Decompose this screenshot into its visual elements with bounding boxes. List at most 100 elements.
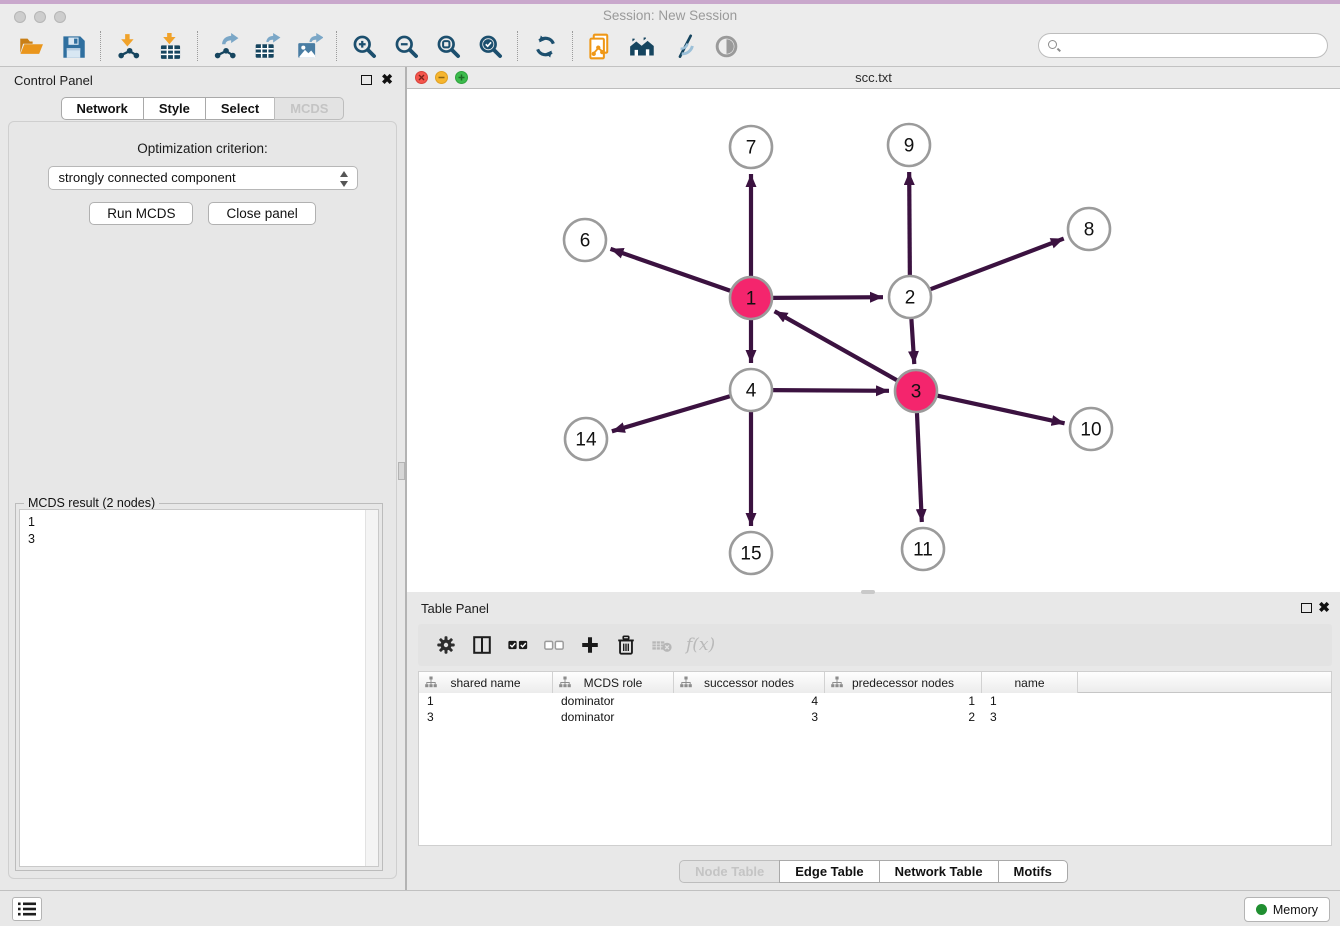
cell-name[interactable]: 3	[982, 709, 1078, 725]
column-header-mcds-role[interactable]: MCDS role	[553, 672, 674, 693]
graph-edge-2-3[interactable]	[911, 319, 914, 364]
control-panel-header: Control Panel ✖	[0, 67, 405, 93]
column-header-successor-nodes[interactable]: successor nodes	[674, 672, 825, 693]
open-folder-icon[interactable]	[16, 31, 46, 61]
tab-motifs[interactable]: Motifs	[998, 860, 1068, 883]
zoom-in-icon[interactable]	[349, 31, 379, 61]
tab-style[interactable]: Style	[143, 97, 206, 120]
cell-shared-name[interactable]: 3	[419, 709, 553, 725]
graph-node-label-9: 9	[904, 136, 915, 157]
cell-successor-nodes[interactable]: 3	[674, 709, 825, 725]
network-canvas[interactable]: 7968124314101511	[407, 89, 1340, 592]
open-session-icon[interactable]	[585, 31, 615, 61]
tab-mcds[interactable]: MCDS	[274, 97, 344, 120]
close-table-panel-icon[interactable]: ✖	[1318, 600, 1330, 614]
tab-edge-table[interactable]: Edge Table	[779, 860, 879, 883]
checked-boxes-icon[interactable]	[500, 630, 536, 660]
network-canvas-svg: 7968124314101511	[407, 89, 1340, 592]
graph-node-label-4: 4	[746, 381, 757, 402]
function-icon[interactable]: f(x)	[686, 635, 715, 655]
splitter-handle[interactable]	[398, 462, 405, 480]
import-network-icon[interactable]	[113, 31, 143, 61]
export-table-icon[interactable]	[252, 31, 282, 61]
result-scrollbar[interactable]	[365, 510, 378, 866]
table-row[interactable]: 3dominator323	[419, 709, 1331, 725]
optimization-criterion-value: strongly connected component	[59, 170, 236, 185]
select-stepper-icon	[340, 171, 349, 187]
control-panel: Control Panel ✖ NetworkStyleSelectMCDS O…	[0, 67, 405, 890]
toolbar-separator	[100, 31, 101, 61]
delete-table-icon[interactable]	[644, 630, 680, 660]
cell-shared-name[interactable]: 1	[419, 693, 553, 709]
network-title: scc.txt	[407, 70, 1340, 85]
column-header-shared-name[interactable]: shared name	[419, 672, 553, 693]
graph-node-label-7: 7	[746, 138, 757, 159]
float-table-panel-icon[interactable]	[1301, 603, 1312, 613]
unchecked-boxes-icon[interactable]	[536, 630, 572, 660]
graph-edge-3-10[interactable]	[937, 396, 1064, 424]
tab-select[interactable]: Select	[205, 97, 275, 120]
graph-edge-4-14[interactable]	[612, 396, 730, 431]
import-table-icon[interactable]	[155, 31, 185, 61]
control-panel-title: Control Panel	[14, 73, 93, 88]
close-panel-button[interactable]: Close panel	[208, 202, 315, 225]
export-image-icon[interactable]	[294, 31, 324, 61]
graph-edge-4-3[interactable]	[773, 390, 889, 391]
column-header-predecessor-nodes[interactable]: predecessor nodes	[825, 672, 982, 693]
zoom-selected-icon[interactable]	[475, 31, 505, 61]
cell-predecessor-nodes[interactable]: 1	[825, 693, 982, 709]
tab-network[interactable]: Network	[61, 97, 144, 120]
refresh-icon[interactable]	[530, 31, 560, 61]
mcds-panel: Optimization criterion: strongly connect…	[8, 121, 397, 879]
table-header-row: shared nameMCDS role successor nodes prede…	[419, 672, 1331, 693]
search-input[interactable]	[1065, 35, 1320, 56]
graph-edge-3-1[interactable]	[775, 311, 897, 380]
task-list-button[interactable]	[12, 897, 42, 921]
save-icon[interactable]	[58, 31, 88, 61]
graph-node-label-10: 10	[1080, 420, 1101, 441]
table-tabs: Node TableEdge TableNetwork TableMotifs	[407, 860, 1340, 883]
cell-name[interactable]: 1	[982, 693, 1078, 709]
tab-node-table[interactable]: Node Table	[679, 860, 780, 883]
graph-edge-1-6[interactable]	[610, 249, 730, 291]
network-window-titlebar: scc.txt	[407, 67, 1340, 89]
window-resize-handle[interactable]	[861, 590, 875, 594]
cell-mcds-role[interactable]: dominator	[553, 709, 674, 725]
float-panel-icon[interactable]	[361, 75, 372, 85]
column-header-label: name	[1014, 676, 1044, 690]
cell-successor-nodes[interactable]: 4	[674, 693, 825, 709]
split-columns-icon[interactable]	[464, 630, 500, 660]
home-icon[interactable]	[627, 31, 657, 61]
optimization-criterion-select[interactable]: strongly connected component	[48, 166, 358, 190]
run-mcds-button[interactable]: Run MCDS	[89, 202, 193, 225]
graph-edge-3-11[interactable]	[917, 413, 922, 522]
graph-node-label-11: 11	[913, 540, 933, 561]
close-panel-icon[interactable]: ✖	[381, 72, 393, 86]
table-row[interactable]: 1dominator411	[419, 693, 1331, 709]
cell-mcds-role[interactable]: dominator	[553, 693, 674, 709]
add-column-icon[interactable]	[572, 630, 608, 660]
eye-icon[interactable]	[711, 31, 741, 61]
hide-panel-icon[interactable]	[669, 31, 699, 61]
export-network-icon[interactable]	[210, 31, 240, 61]
graph-edge-1-2[interactable]	[773, 297, 883, 298]
column-header-name[interactable]: name	[982, 672, 1078, 693]
mcds-result-text[interactable]: 13	[19, 509, 379, 867]
delete-icon[interactable]	[608, 630, 644, 660]
tab-network-table[interactable]: Network Table	[879, 860, 999, 883]
column-header-label: successor nodes	[704, 676, 794, 690]
graph-edge-2-9[interactable]	[909, 172, 910, 275]
result-line: 1	[28, 514, 378, 531]
gear-icon[interactable]	[428, 630, 464, 660]
graph-edge-2-8[interactable]	[931, 239, 1064, 290]
node-table: shared nameMCDS role successor nodes prede…	[418, 671, 1332, 846]
zoom-out-icon[interactable]	[391, 31, 421, 61]
graph-node-label-3: 3	[911, 382, 922, 403]
zoom-fit-icon[interactable]	[433, 31, 463, 61]
mcds-result-title: MCDS result (2 nodes)	[24, 496, 159, 510]
memory-button[interactable]: Memory	[1244, 897, 1330, 922]
list-icon	[18, 902, 36, 916]
toolbar-separator	[572, 31, 573, 61]
memory-status-icon	[1256, 904, 1267, 915]
cell-predecessor-nodes[interactable]: 2	[825, 709, 982, 725]
